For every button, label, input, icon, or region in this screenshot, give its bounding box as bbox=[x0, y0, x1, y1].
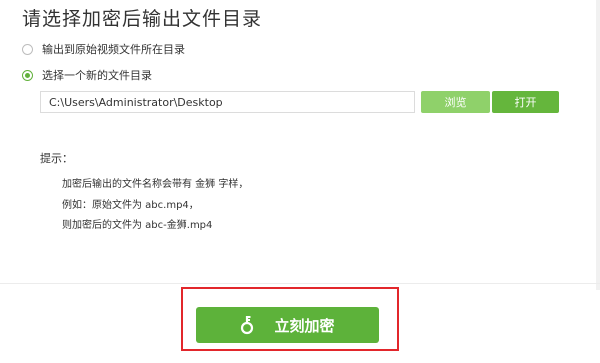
open-button[interactable]: 打开 bbox=[492, 91, 559, 113]
key-icon bbox=[241, 316, 254, 335]
output-path-input[interactable] bbox=[40, 91, 415, 113]
encrypt-now-label: 立刻加密 bbox=[274, 316, 335, 335]
hint-line-2: 例如：原始文件为 abc.mp4， bbox=[62, 200, 199, 211]
browse-button[interactable]: 浏览 bbox=[421, 91, 490, 113]
page-title: 请选择加密后输出文件目录 bbox=[22, 8, 263, 30]
hint-line-1: 加密后输出的文件名称会带有 金狮 字样， bbox=[62, 179, 249, 190]
window-edge bbox=[596, 0, 600, 290]
radio-new-dir[interactable] bbox=[22, 69, 33, 81]
radio-original-dir[interactable] bbox=[22, 43, 33, 55]
hint-line-3: 则加密后的文件为 abc-金狮.mp4 bbox=[62, 220, 213, 231]
footer-divider bbox=[0, 283, 600, 284]
option-new-dir[interactable]: 选择一个新的文件目录 bbox=[22, 67, 152, 83]
option-new-dir-label: 选择一个新的文件目录 bbox=[42, 69, 152, 82]
option-original-dir-label: 输出到原始视频文件所在目录 bbox=[42, 43, 185, 56]
encrypt-now-button[interactable]: 立刻加密 bbox=[196, 307, 379, 343]
option-original-dir[interactable]: 输出到原始视频文件所在目录 bbox=[22, 41, 185, 57]
hint-title: 提示： bbox=[40, 152, 73, 165]
